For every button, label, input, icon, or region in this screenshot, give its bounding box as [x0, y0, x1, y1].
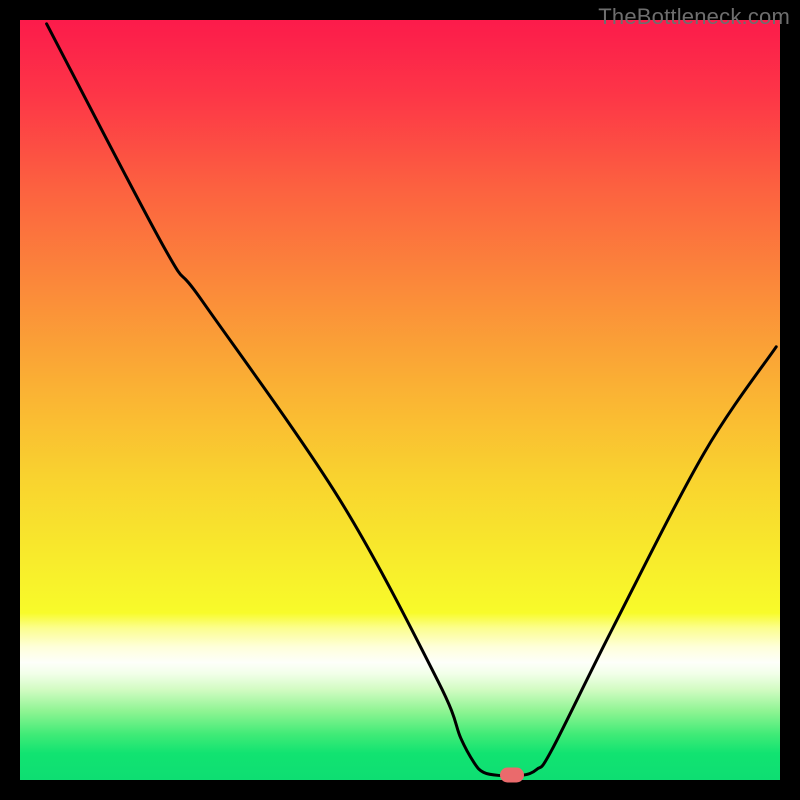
plot-area: [20, 20, 780, 780]
curve-layer: [20, 20, 780, 780]
watermark-text: TheBottleneck.com: [598, 4, 790, 30]
bottleneck-curve: [47, 24, 777, 776]
optimal-marker: [500, 768, 524, 783]
chart-frame: TheBottleneck.com: [0, 0, 800, 800]
